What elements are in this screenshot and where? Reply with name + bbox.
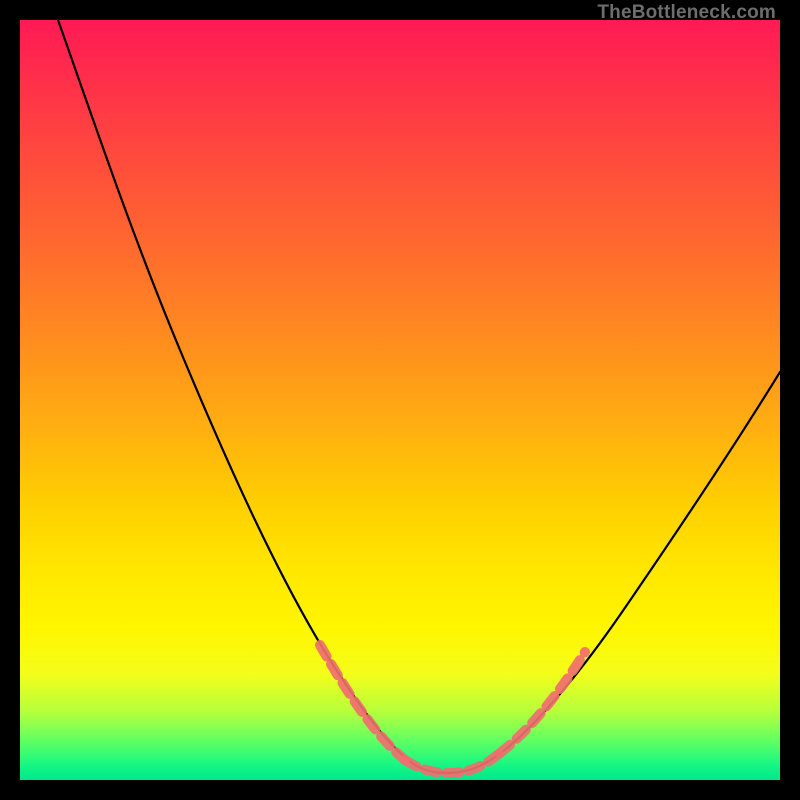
watermark-text: TheBottleneck.com <box>597 2 776 24</box>
chart-frame <box>20 20 780 780</box>
chart-svg <box>20 20 780 780</box>
valley-highlight-left <box>320 645 405 760</box>
valley-highlight-floor <box>405 753 500 773</box>
bottleneck-curve-line <box>58 20 780 773</box>
valley-highlight-right <box>500 652 585 753</box>
